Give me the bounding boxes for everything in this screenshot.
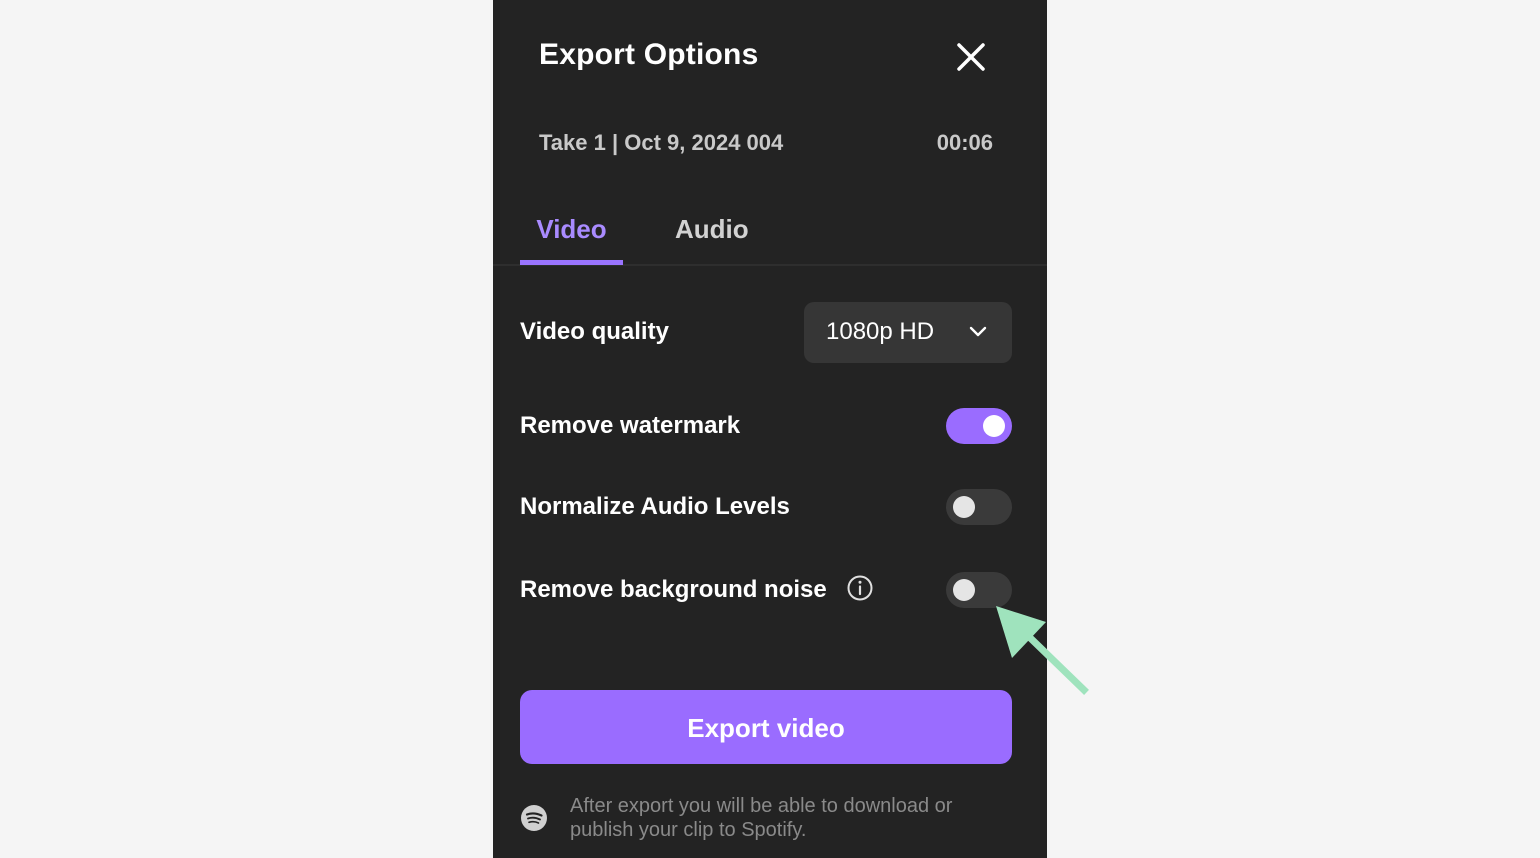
remove-watermark-row: Remove watermark <box>520 408 1012 444</box>
take-name: Take 1 | Oct 9, 2024 004 <box>539 130 784 155</box>
normalize-audio-row: Normalize Audio Levels <box>520 489 1012 525</box>
take-duration: 00:06 <box>936 130 993 155</box>
spotify-icon <box>521 805 547 831</box>
tab-bar: Video Audio <box>493 200 1047 266</box>
remove-noise-label: Remove background noise <box>520 576 827 603</box>
dialog-title: Export Options <box>539 38 759 71</box>
close-icon <box>957 43 985 71</box>
video-quality-row: Video quality 1080p HD <box>520 302 1012 364</box>
close-button[interactable] <box>951 38 991 78</box>
toggle-knob <box>953 496 975 518</box>
export-video-button[interactable]: Export video <box>520 690 1012 764</box>
info-icon[interactable] <box>846 574 874 602</box>
export-options-dialog: Export Options Take 1 | Oct 9, 2024 004 … <box>493 0 1047 858</box>
toggle-knob <box>983 415 1005 437</box>
video-quality-select[interactable]: 1080p HD <box>804 302 1012 363</box>
toggle-knob <box>953 579 975 601</box>
chevron-down-icon <box>969 326 987 337</box>
take-info: Take 1 | Oct 9, 2024 004 00:06 <box>539 128 993 160</box>
footer-note: After export you will be able to downloa… <box>570 795 953 841</box>
page: Export Options Take 1 | Oct 9, 2024 004 … <box>0 0 1540 858</box>
tab-video[interactable]: Video <box>520 214 623 265</box>
info-icon-graphic <box>847 575 873 601</box>
normalize-audio-toggle[interactable] <box>946 489 1012 525</box>
remove-noise-row: Remove background noise <box>520 572 1012 608</box>
video-quality-label: Video quality <box>520 318 669 345</box>
tab-audio[interactable]: Audio <box>675 214 749 245</box>
video-quality-value: 1080p HD <box>826 318 935 345</box>
remove-watermark-toggle[interactable] <box>946 408 1012 444</box>
annotation-arrow-icon <box>996 606 1089 695</box>
remove-watermark-label: Remove watermark <box>520 412 741 439</box>
normalize-audio-label: Normalize Audio Levels <box>520 493 790 520</box>
